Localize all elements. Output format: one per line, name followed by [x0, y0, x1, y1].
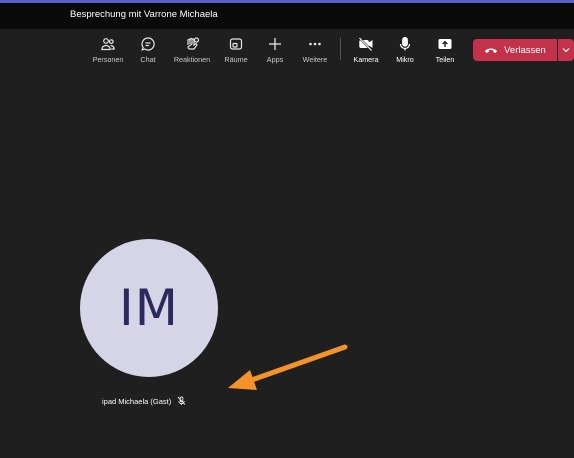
- more-icon: [309, 42, 321, 46]
- meeting-title: Besprechung mit Varrone Michaela: [70, 9, 218, 20]
- camera-button[interactable]: Kamera: [344, 36, 388, 68]
- title-bar: Besprechung mit Varrone Michaela: [0, 3, 574, 29]
- apps-button[interactable]: Apps: [253, 36, 297, 68]
- chevron-down-icon: [562, 48, 570, 53]
- toolbar-divider: [340, 38, 341, 60]
- chat-icon: [141, 37, 155, 51]
- participant-name-label: ipad Michaela (Gast): [102, 396, 186, 406]
- reactions-button[interactable]: Reaktionen: [170, 36, 214, 68]
- share-button[interactable]: Teilen: [423, 36, 467, 68]
- more-button[interactable]: Weitere: [293, 36, 337, 68]
- plus-icon: [269, 38, 281, 50]
- leave-options-button[interactable]: [558, 39, 574, 61]
- hang-up-icon: [485, 48, 498, 53]
- reactions-icon: [187, 37, 200, 50]
- rooms-icon: [229, 38, 243, 50]
- mic-icon: [399, 36, 411, 51]
- chat-button[interactable]: Chat: [126, 36, 170, 68]
- share-icon: [438, 39, 452, 49]
- people-button[interactable]: Personen: [86, 36, 130, 68]
- rooms-button[interactable]: Räume: [214, 36, 258, 68]
- mic-muted-icon: [177, 396, 186, 406]
- microphone-button[interactable]: Mikro: [383, 36, 427, 68]
- avatar-initials: IM: [119, 279, 179, 337]
- participant-name: ipad Michaela (Gast): [102, 396, 172, 406]
- people-icon: [101, 38, 115, 51]
- participant-avatar: IM: [80, 239, 218, 377]
- leave-button[interactable]: Verlassen: [473, 39, 557, 61]
- annotation-arrow: [228, 344, 348, 390]
- camera-off-icon: [358, 37, 373, 52]
